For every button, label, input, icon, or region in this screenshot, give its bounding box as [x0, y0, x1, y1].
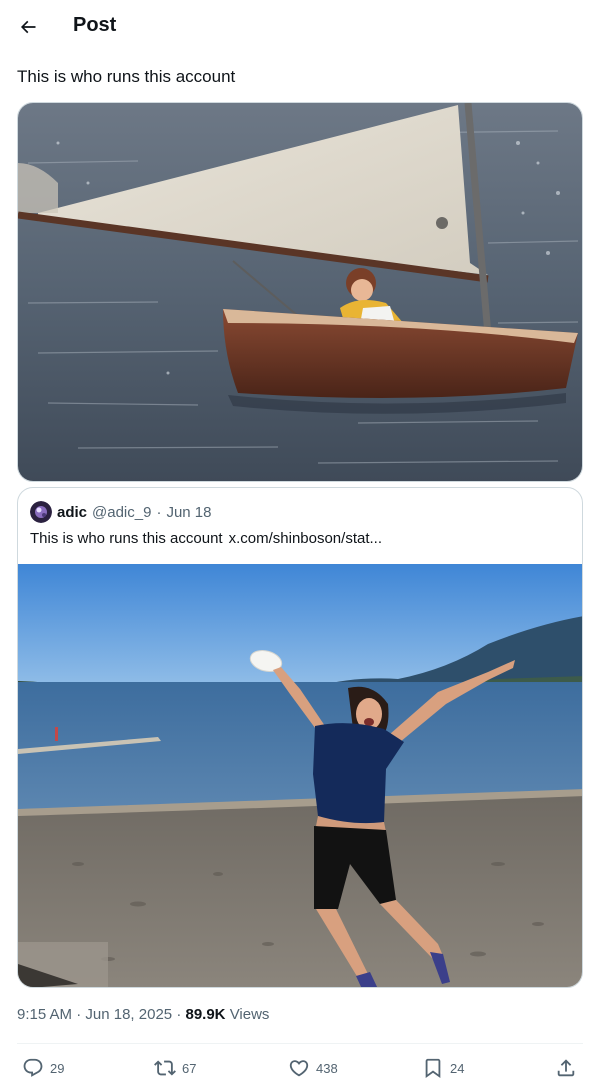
bookmark-count: 24: [450, 1060, 465, 1076]
repost-arrows-icon: [154, 1060, 176, 1076]
quoted-author-handle[interactable]: @adic_9: [92, 504, 151, 521]
like-button[interactable]: 438: [288, 1054, 338, 1082]
sailboat-photo: [18, 103, 582, 481]
quoted-post-link[interactable]: x.com/shinboson/stat...: [229, 530, 382, 547]
quoted-post[interactable]: adic @adic_9 · Jun 18 This is who runs t…: [17, 487, 583, 988]
views-label: Views: [229, 1006, 270, 1023]
top-bar: Post: [0, 0, 599, 54]
repost-count: 67: [182, 1060, 197, 1076]
quoted-post-text: This is who runs this account x.com/shinb…: [30, 530, 382, 547]
post-photo-sailboat[interactable]: [17, 102, 583, 482]
back-button[interactable]: [10, 9, 46, 45]
separator-dot: ·: [176, 1006, 182, 1023]
bookmark-button[interactable]: 24: [422, 1054, 464, 1082]
arrow-left-icon: [20, 20, 36, 34]
separator-dot: ·: [76, 1006, 82, 1023]
speech-bubble-icon: [23, 1058, 43, 1077]
repost-button[interactable]: 67: [154, 1054, 196, 1082]
bookmark-icon: [425, 1058, 441, 1079]
action-bar: 29 67 438 24: [0, 1050, 599, 1086]
avatar-image: [30, 501, 52, 523]
reply-count: 29: [50, 1060, 65, 1076]
page-title: Post: [73, 14, 117, 36]
divider: [17, 1043, 583, 1044]
like-count: 438: [316, 1060, 338, 1076]
quoted-post-body: This is who runs this account: [30, 530, 223, 547]
quoted-post-header: adic @adic_9 · Jun 18: [30, 501, 212, 523]
quoted-photo-beach[interactable]: [18, 564, 582, 987]
heart-icon: [289, 1060, 309, 1077]
post-date[interactable]: Jun 18, 2025: [85, 1006, 172, 1023]
post-text: This is who runs this account: [17, 67, 236, 86]
separator-dot: ·: [156, 503, 162, 521]
reply-button[interactable]: 29: [22, 1054, 64, 1082]
quoted-post-date[interactable]: Jun 18: [166, 504, 211, 521]
post-meta: 9:15 AM · Jun 18, 2025 · 89.9K Views: [17, 1006, 269, 1023]
share-button[interactable]: [555, 1054, 577, 1082]
post-time[interactable]: 9:15 AM: [17, 1006, 72, 1023]
share-upload-icon: [557, 1059, 575, 1077]
avatar[interactable]: [30, 501, 52, 523]
beach-photo: [18, 564, 582, 987]
views-count: 89.9K: [185, 1006, 226, 1023]
quoted-author-name[interactable]: adic: [57, 504, 87, 521]
